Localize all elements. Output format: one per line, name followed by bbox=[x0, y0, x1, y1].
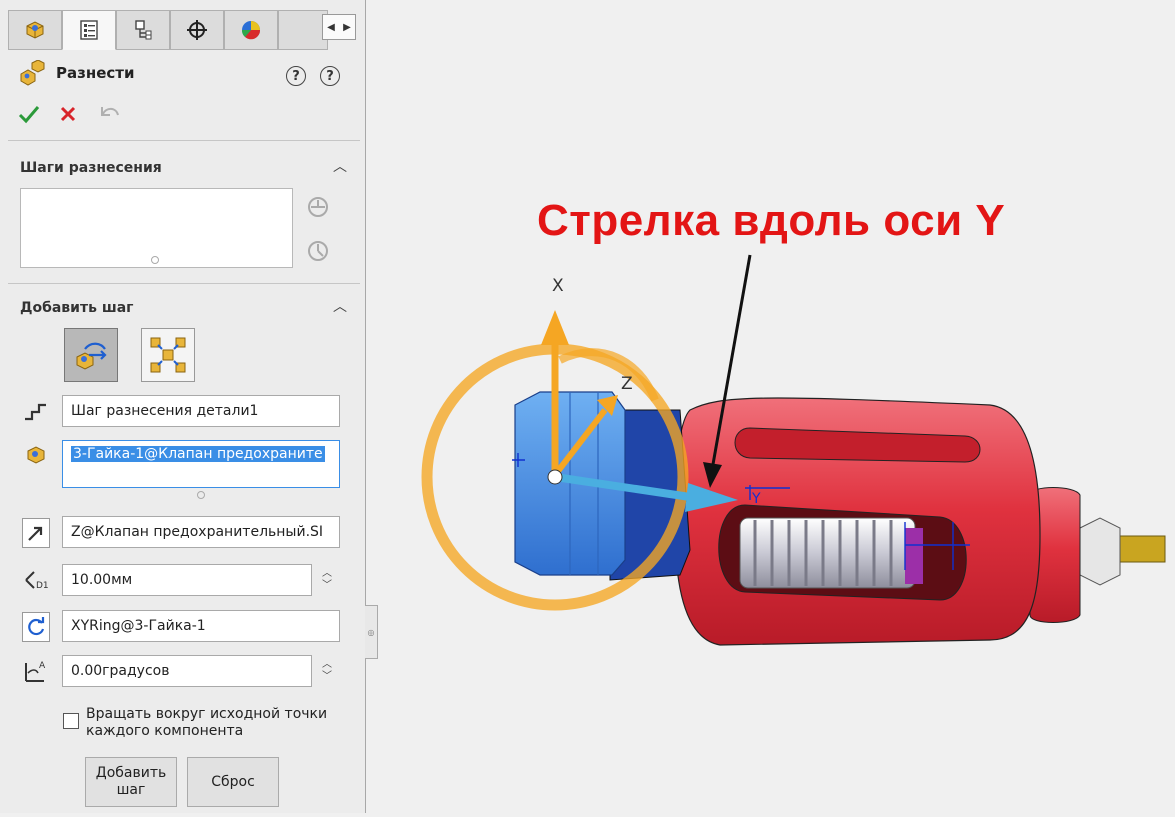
assembly-model[interactable]: Y X Z bbox=[366, 0, 1175, 813]
resize-handle[interactable] bbox=[151, 256, 159, 264]
reset-label: Сброс bbox=[211, 773, 255, 790]
radial-step-icon bbox=[150, 337, 186, 373]
regular-step-icon bbox=[76, 342, 107, 370]
chevron-up-icon[interactable]: ︿ bbox=[322, 568, 332, 580]
rotate-about-origin-checkbox[interactable] bbox=[63, 713, 79, 729]
section-title-add-step: Добавить шаг bbox=[20, 300, 134, 316]
right-nut[interactable] bbox=[1079, 517, 1121, 586]
chevron-up-icon[interactable]: ︿ bbox=[322, 659, 332, 671]
configuration-manager-icon bbox=[135, 20, 152, 40]
explode-steps-list[interactable] bbox=[20, 188, 293, 268]
roll-forward-icon[interactable] bbox=[305, 194, 331, 220]
checkbox-label-line: Вращать вокруг исходной точки bbox=[86, 706, 328, 722]
tab-configuration-manager[interactable] bbox=[116, 10, 170, 50]
z-axis-label: Z bbox=[621, 374, 633, 394]
reverse-direction-button[interactable] bbox=[22, 518, 50, 548]
property-manager-icon bbox=[80, 20, 98, 40]
y-axis-label: Y bbox=[751, 491, 761, 507]
tab-dimxpert[interactable] bbox=[170, 10, 224, 50]
direction-input[interactable]: Z@Клапан предохранительный.SI bbox=[62, 516, 340, 548]
graphics-viewport[interactable]: Y X Z bbox=[366, 0, 1175, 813]
chevron-left-icon[interactable]: ◀ bbox=[323, 15, 339, 39]
step-name-value: Шаг разнесения детали1 bbox=[71, 403, 259, 419]
x-icon[interactable] bbox=[58, 104, 78, 124]
tab-feature-manager[interactable] bbox=[8, 10, 62, 50]
svg-text:D1: D1 bbox=[36, 581, 49, 591]
undo-icon[interactable] bbox=[96, 103, 122, 125]
chevron-right-icon[interactable]: ▶ bbox=[339, 15, 355, 39]
rotation-direction-button[interactable] bbox=[22, 612, 50, 642]
rotate-about-origin-label: Вращать вокруг исходной точки каждого ко… bbox=[86, 706, 356, 740]
distance-spinner[interactable]: ︿ ﹀ bbox=[314, 564, 340, 596]
help-icon[interactable]: ? bbox=[320, 66, 340, 86]
annotation-title: Стрелка вдоль оси Y bbox=[537, 196, 1006, 245]
direction-value: Z@Клапан предохранительный.SI bbox=[71, 524, 324, 540]
manager-tabs bbox=[8, 10, 358, 50]
step-name-input[interactable]: Шаг разнесения детали1 bbox=[62, 395, 340, 427]
feature-manager-icon bbox=[26, 21, 44, 39]
reset-button[interactable]: Сброс bbox=[187, 757, 279, 807]
angle-spinner[interactable]: ︿ ﹀ bbox=[314, 655, 340, 687]
checkmark-icon[interactable] bbox=[18, 104, 40, 124]
resize-handle[interactable] bbox=[197, 491, 205, 499]
add-step-label: Добавить bbox=[95, 765, 167, 781]
direction-arrow-icon bbox=[28, 526, 43, 541]
add-step-button[interactable]: Добавить шаг bbox=[85, 757, 177, 807]
explode-icon bbox=[20, 60, 45, 86]
panel-header: Разнести bbox=[18, 60, 134, 86]
distance-icon: D1 bbox=[22, 566, 50, 594]
divider bbox=[8, 140, 360, 141]
rotate-icon bbox=[28, 617, 45, 636]
page-title: Разнести bbox=[56, 64, 135, 82]
checkbox-label-line: каждого компонента bbox=[86, 723, 244, 739]
tip-part[interactable] bbox=[1119, 535, 1166, 563]
regular-step-button[interactable] bbox=[64, 328, 118, 382]
help-label: ? bbox=[292, 68, 300, 84]
triad-origin[interactable] bbox=[547, 469, 563, 485]
property-manager-panel: ◀ ▶ Разнести ? ? Шаги разнесения ︿ Добав… bbox=[0, 0, 366, 813]
chevron-down-icon[interactable]: ﹀ bbox=[322, 580, 332, 592]
component-selection-value: 3-Гайка-1@Клапан предохраните bbox=[71, 446, 325, 462]
component-icon bbox=[22, 441, 50, 469]
chevron-up-icon[interactable]: ︿ bbox=[333, 156, 347, 176]
x-axis-label: X bbox=[552, 276, 564, 296]
component-selection-box[interactable]: 3-Гайка-1@Клапан предохраните bbox=[62, 440, 340, 488]
step-name-icon bbox=[22, 397, 50, 425]
help-whatsnew-icon[interactable]: ? bbox=[286, 66, 306, 86]
radial-step-button[interactable] bbox=[141, 328, 195, 382]
divider bbox=[8, 283, 360, 284]
dimxpert-icon bbox=[187, 20, 207, 40]
roll-back-icon[interactable] bbox=[305, 238, 331, 264]
svg-text:A: A bbox=[39, 661, 46, 671]
chevron-down-icon[interactable]: ﹀ bbox=[322, 671, 332, 683]
distance-input[interactable]: 10.00мм bbox=[62, 564, 312, 596]
angle-value: 0.00градусов bbox=[71, 663, 170, 679]
rotation-axis-value: XYRing@3-Гайка-1 bbox=[71, 618, 206, 634]
tab-overflow[interactable] bbox=[278, 10, 328, 50]
spring[interactable] bbox=[739, 517, 923, 589]
help-label: ? bbox=[326, 68, 334, 84]
tab-property-manager[interactable] bbox=[62, 10, 116, 50]
tab-display-manager[interactable] bbox=[224, 10, 278, 50]
tab-scroll-arrows[interactable]: ◀ ▶ bbox=[322, 14, 356, 40]
add-step-label: шаг bbox=[116, 782, 146, 798]
display-manager-icon bbox=[241, 21, 261, 40]
distance-value: 10.00мм bbox=[71, 572, 133, 588]
section-title-explode-steps: Шаги разнесения bbox=[20, 160, 162, 176]
angle-input[interactable]: 0.00градусов bbox=[62, 655, 312, 687]
chevron-up-icon[interactable]: ︿ bbox=[333, 296, 347, 316]
angle-icon: A bbox=[22, 657, 50, 685]
rotation-axis-input[interactable]: XYRing@3-Гайка-1 bbox=[62, 610, 340, 642]
action-buttons bbox=[18, 103, 122, 125]
